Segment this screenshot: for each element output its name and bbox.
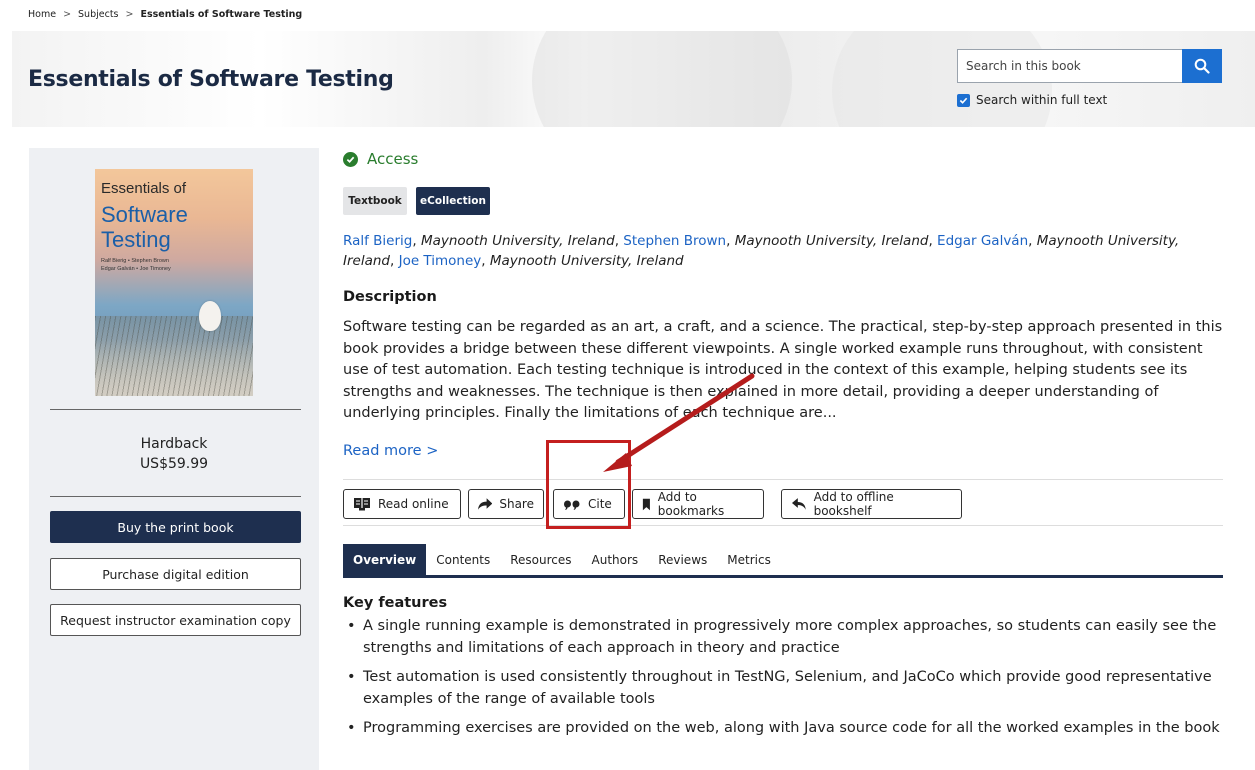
breadcrumb: Home > Subjects > Essentials of Software… [28, 9, 302, 20]
search-button[interactable] [1182, 49, 1222, 83]
breadcrumb-separator: > [63, 9, 72, 20]
access-status: Access [343, 150, 418, 168]
add-offline-label: Add to offline bookshelf [813, 490, 894, 518]
add-bookmark-button[interactable]: Add to bookmarks [632, 489, 764, 519]
read-more-link[interactable]: Read more > [343, 443, 438, 459]
author-affiliation: Maynooth University, Ireland [734, 233, 929, 249]
bookmark-icon [642, 498, 650, 510]
cite-highlight-box [546, 440, 631, 529]
book-cover: Essentials of Software Testing Ralf Bier… [95, 169, 253, 396]
header-decoration [532, 31, 792, 127]
page-title: Essentials of Software Testing [28, 67, 394, 92]
tab-metrics[interactable]: Metrics [717, 544, 781, 575]
cover-authors-line: Edgar Galván • Joe Timoney [101, 266, 171, 272]
tag-ecollection[interactable]: eCollection [416, 187, 490, 215]
cover-title-line: Essentials of [101, 180, 187, 197]
buy-print-button[interactable]: Buy the print book [50, 511, 301, 543]
share-arrow-icon [478, 497, 493, 510]
action-toolbar: Read online Share Cite Add to bookmarks [343, 479, 1223, 526]
price: US$59.99 [139, 456, 209, 472]
format-info: Hardback US$59.99 [29, 434, 319, 474]
divider [50, 496, 301, 497]
author-link[interactable]: Joe Timoney [399, 253, 482, 269]
description-text: Software testing can be regarded as an a… [343, 319, 1223, 421]
access-label: Access [367, 150, 419, 168]
offline-bookshelf-icon [791, 498, 806, 510]
read-online-label: Read online [378, 497, 449, 511]
breadcrumb-subjects[interactable]: Subjects [78, 9, 118, 20]
content-tabs: Overview Contents Resources Authors Revi… [343, 544, 1223, 578]
author-affiliation: Maynooth University, Ireland [420, 233, 615, 249]
cover-title-line: Testing [101, 227, 171, 252]
read-online-button[interactable]: Read online [343, 489, 461, 519]
divider [50, 409, 301, 410]
description-heading: Description [343, 289, 437, 305]
purchase-digital-button[interactable]: Purchase digital edition [50, 558, 301, 590]
tab-reviews[interactable]: Reviews [648, 544, 717, 575]
breadcrumb-current: Essentials of Software Testing [140, 9, 303, 20]
tab-resources[interactable]: Resources [500, 544, 581, 575]
author-link[interactable]: Ralf Bierig [343, 233, 412, 249]
list-item: Test automation is used consistently thr… [343, 667, 1223, 710]
key-features-heading: Key features [343, 595, 448, 611]
tab-contents[interactable]: Contents [426, 544, 500, 575]
request-exam-copy-button[interactable]: Request instructor examination copy [50, 604, 301, 636]
search-input[interactable] [958, 50, 1178, 82]
cover-title-line: Software [101, 202, 188, 227]
author-affiliation: Maynooth University, Ireland [489, 253, 684, 269]
breadcrumb-home[interactable]: Home [28, 9, 56, 20]
check-circle-icon [343, 151, 358, 167]
book-header: Essentials of Software Testing Search wi… [12, 31, 1255, 127]
tab-authors[interactable]: Authors [582, 544, 649, 575]
tab-overview[interactable]: Overview [343, 544, 427, 575]
purchase-sidebar: Essentials of Software Testing Ralf Bier… [29, 148, 319, 770]
add-bookmark-label: Add to bookmarks [657, 490, 725, 518]
list-item: A single running example is demonstrated… [343, 616, 1223, 659]
list-item: Programming exercises are provided on th… [343, 718, 1223, 740]
search-fulltext-toggle[interactable]: Search within full text [957, 93, 1107, 107]
checkbox-checked[interactable] [957, 93, 970, 107]
cover-owl [199, 301, 221, 331]
search-icon [1194, 58, 1210, 74]
cover-authors-line: Ralf Bierig • Stephen Brown [101, 258, 169, 264]
author-link[interactable]: Stephen Brown [623, 233, 726, 249]
tag-textbook[interactable]: Textbook [343, 187, 407, 215]
breadcrumb-separator: > [125, 9, 134, 20]
checkmark-icon [959, 97, 968, 104]
format-type: Hardback [140, 436, 208, 452]
author-list: Ralf Bierig, Maynooth University, Irelan… [343, 233, 1180, 269]
share-button[interactable]: Share [468, 489, 544, 519]
author-link[interactable]: Edgar Galván [937, 233, 1028, 249]
book-open-icon [354, 498, 370, 511]
key-features-list: A single running example is demonstrated… [343, 616, 1223, 748]
share-label: Share [499, 497, 534, 511]
search-fulltext-label: Search within full text [976, 93, 1108, 107]
cover-grass [95, 316, 253, 396]
book-search [957, 49, 1222, 83]
add-offline-button[interactable]: Add to offline bookshelf [781, 489, 962, 519]
